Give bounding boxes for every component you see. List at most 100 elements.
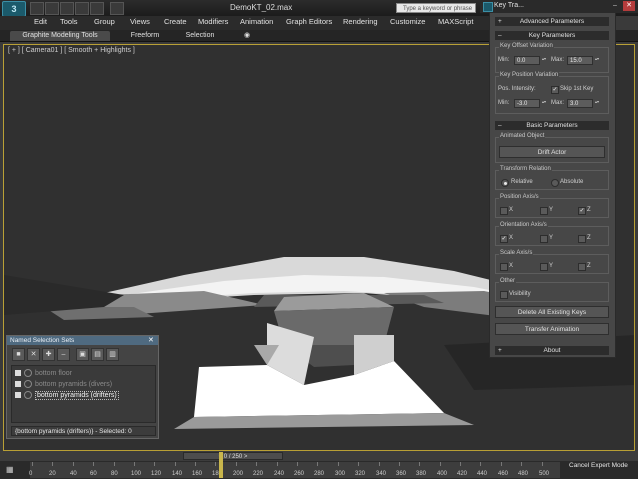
mini-curve-editor-icon[interactable]: ▦ [6,465,18,475]
scale-x-checkbox[interactable] [500,263,508,271]
add-objects-icon[interactable]: ✚ [42,348,55,361]
transfer-animation-button[interactable]: Transfer Animation [495,323,609,335]
ruler-tick-mark [501,462,502,466]
save-file-icon[interactable] [60,2,74,15]
position-z-checkbox[interactable]: ✓ [578,207,586,215]
visibility-checkbox[interactable] [500,291,508,299]
selection-sets-titlebar[interactable]: Named Selection Sets ✕ [7,336,158,345]
delete-all-keys-button[interactable]: Delete All Existing Keys [495,306,609,318]
scale-y-checkbox[interactable] [540,263,548,271]
other-title: Other [499,278,517,284]
pos-max-spinner[interactable]: 3.0 [567,99,601,108]
basic-parameters-rollout[interactable]: – Basic Parameters [495,121,609,130]
close-icon[interactable]: ✕ [148,336,154,345]
tab-selection[interactable]: Selection [180,31,220,41]
position-x-checkbox[interactable] [500,207,508,215]
app-logo-icon[interactable]: 3 [2,1,26,17]
minimize-icon[interactable]: – [610,1,620,11]
ruler-tick-label: 160 [192,471,203,477]
ruler-tick-mark [32,462,33,466]
key-tracker-title: Key Tra... [494,2,524,9]
offset-max-spinner[interactable]: 15.0 [567,56,601,65]
list-item-selected[interactable]: bottom pyramids (drifters) [15,391,119,400]
open-file-icon[interactable] [45,2,59,15]
relative-radio[interactable] [501,179,509,187]
ruler-tick-mark [195,462,196,466]
orientation-z-checkbox[interactable] [578,235,586,243]
viewport-label[interactable]: [ + ] [ Camera01 ] [ Smooth + Highlights… [8,47,135,54]
menu-tools[interactable]: Tools [60,17,78,26]
undo-icon[interactable] [75,2,89,15]
drift-actor-button[interactable]: Drift Actor [499,146,605,158]
transform-relation-group: Transform Relation Relative Absolute [495,166,609,190]
ruler-tick-mark [175,462,176,466]
offset-min-spinner[interactable]: 0.0 [514,56,548,65]
ruler-tick-mark [154,462,155,466]
menu-customize[interactable]: Customize [390,17,425,26]
ruler-tick-label: 420 [457,471,468,477]
new-file-icon[interactable] [30,2,44,15]
advanced-parameters-rollout[interactable]: + Advanced Parameters [495,17,609,26]
cancel-expert-mode-button[interactable]: Cancel Expert Mode [569,462,628,469]
ruler-tick-mark [93,462,94,466]
menu-group[interactable]: Group [94,17,115,26]
tab-graphite-modeling-tools[interactable]: Graphite Modeling Tools [10,31,110,41]
search-input[interactable]: Type a keyword or phrase [396,3,476,13]
expand-icon[interactable] [15,392,21,399]
list-item[interactable]: bottom floor [15,369,72,378]
menu-edit[interactable]: Edit [34,17,47,26]
frame-ruler[interactable]: 0 20 40 60 80 100 120 140 160 180 200 220 240 260 280 3… [29,462,560,478]
pos-min-spinner[interactable]: -3.0 [514,99,548,108]
ruler-tick-mark [236,462,237,466]
ruler-tick-label: 80 [111,471,118,477]
scale-z-checkbox[interactable] [578,263,586,271]
menu-modifiers[interactable]: Modifiers [198,17,228,26]
key-offset-title: Key Offset Variation [499,43,554,49]
menu-animation[interactable]: Animation [240,17,273,26]
redo-icon[interactable] [90,2,104,15]
ribbon-toggle-icon[interactable]: ◉ [240,31,254,41]
create-set-icon[interactable]: ■ [12,348,25,361]
close-icon[interactable]: ✕ [623,1,635,11]
highlight-selected-icon[interactable]: ▥ [106,348,119,361]
list-item[interactable]: bottom pyramids (divers) [15,380,112,389]
ruler-tick-mark [379,462,380,466]
menu-rendering[interactable]: Rendering [343,17,378,26]
subtract-objects-icon[interactable]: – [57,348,70,361]
menu-graph-editors[interactable]: Graph Editors [286,17,332,26]
ruler-tick-label: 20 [49,471,56,477]
menu-maxscript[interactable]: MAXScript [438,17,473,26]
about-rollout[interactable]: + About [495,346,609,355]
ruler-tick-label: 380 [416,471,427,477]
time-slider[interactable]: < 0 / 250 > [183,452,283,460]
expand-icon[interactable] [15,370,21,377]
ruler-tick-mark [73,462,74,466]
ruler-tick-label: 100 [131,471,142,477]
key-parameters-rollout[interactable]: – Key Parameters [495,31,609,40]
position-axis-title: Position Axis/s [499,194,540,200]
absolute-radio[interactable] [551,179,559,187]
expand-icon[interactable] [15,381,21,388]
orientation-x-checkbox[interactable]: ✓ [500,235,508,243]
position-y-label: Y [549,207,554,213]
set-icon [24,391,32,400]
tab-freeform[interactable]: Freeform [125,31,165,41]
selection-sets-list: bottom floor bottom pyramids (divers) bo… [11,365,156,423]
select-objects-icon[interactable]: ▣ [76,348,89,361]
ruler-tick-label: 320 [355,471,366,477]
ruler-tick-mark [399,462,400,466]
project-folder-icon[interactable] [110,2,124,15]
set-icon [24,380,32,389]
select-by-name-icon[interactable]: ▤ [91,348,104,361]
orientation-axis-title: Orientation Axis/s [499,222,548,228]
advanced-parameters-label: Advanced Parameters [519,18,585,25]
menu-create[interactable]: Create [164,17,187,26]
remove-icon[interactable]: ✕ [27,348,40,361]
ruler-tick-mark [338,462,339,466]
position-y-checkbox[interactable] [540,207,548,215]
skip-first-key-checkbox[interactable]: ✓ [551,86,559,94]
menu-views[interactable]: Views [130,17,150,26]
orientation-y-checkbox[interactable] [540,235,548,243]
key-position-title: Key Position Variation [499,72,560,78]
time-playhead[interactable] [219,452,223,478]
